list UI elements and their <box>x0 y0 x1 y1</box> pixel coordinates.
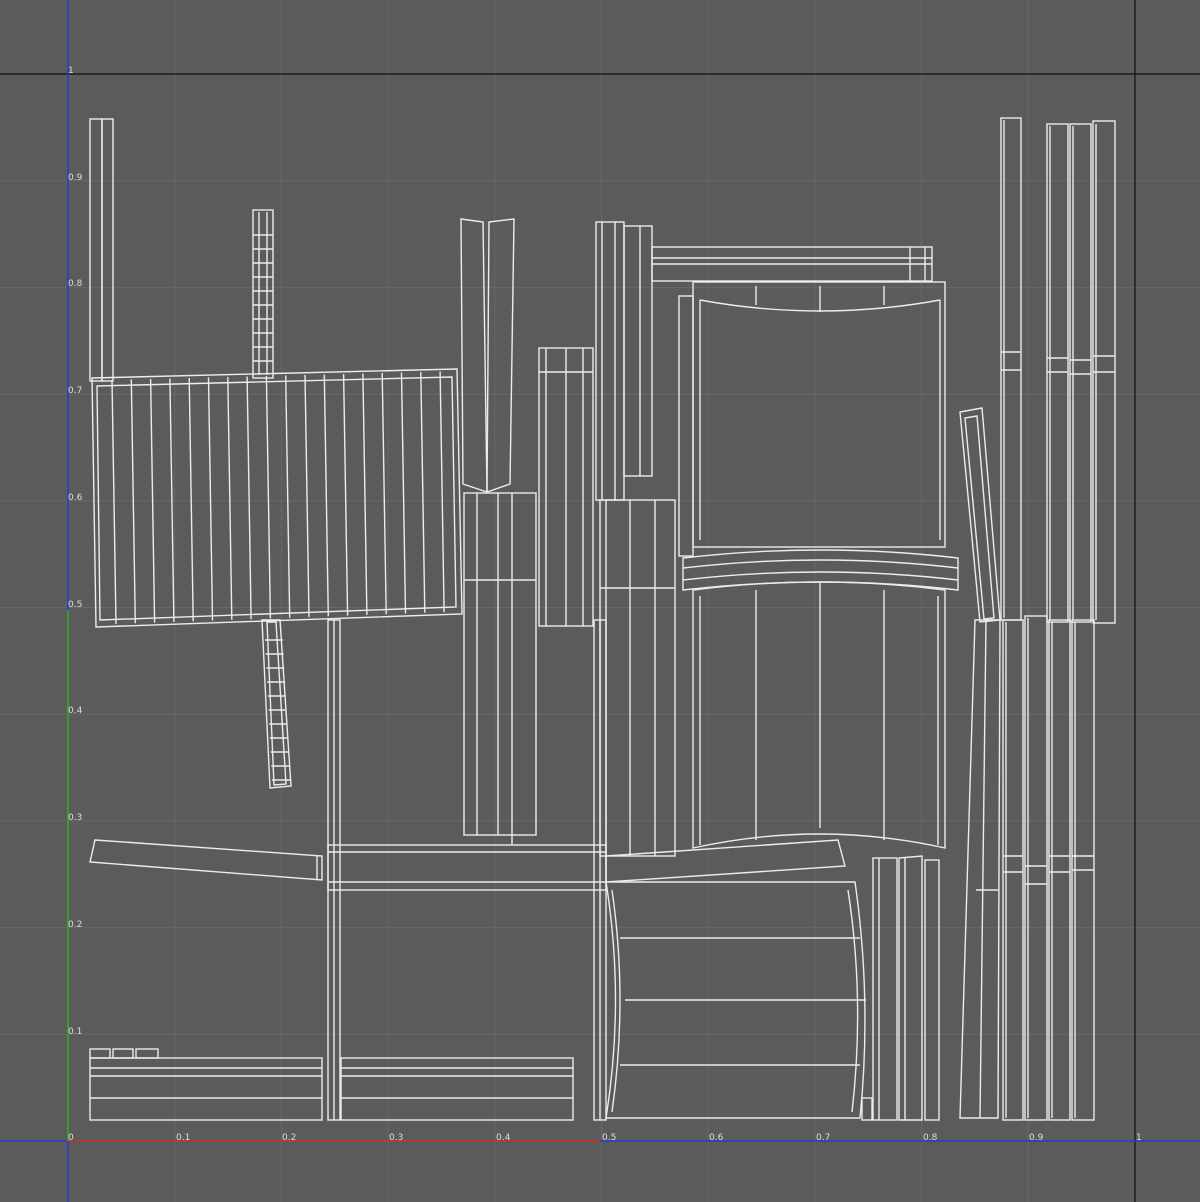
uv-shell <box>605 839 846 883</box>
uv-edge <box>265 375 272 619</box>
v-tick-label: 0.1 <box>68 1027 82 1037</box>
uv-edge <box>285 375 291 618</box>
uv-shell <box>112 1048 134 1059</box>
uv-edge <box>400 372 407 614</box>
upper-panel-shell <box>692 281 946 548</box>
lower-panel-shell <box>692 581 946 849</box>
uv-shell <box>959 407 1001 623</box>
uv-shells[interactable] <box>89 117 1116 1121</box>
uv-shell <box>678 295 694 557</box>
uv-shell <box>266 621 287 786</box>
slatted-panel-shell <box>91 368 463 628</box>
uv-tick-labels: 0 0.1 0.2 0.3 0.4 0.5 0.6 0.7 0.8 0.9 1 … <box>68 66 1142 1143</box>
uv-shell <box>682 559 959 569</box>
uv-shell <box>89 118 103 382</box>
u-tick-label: 0.4 <box>496 1133 511 1143</box>
uv-edge <box>188 377 194 622</box>
v-tick-label: 0.3 <box>68 813 82 823</box>
uv-shell <box>861 1097 873 1121</box>
uv-shell <box>261 619 292 789</box>
uv-shell <box>463 492 537 836</box>
uv-editor-viewport[interactable]: 0 0.1 0.2 0.3 0.4 0.5 0.6 0.7 0.8 0.9 1 … <box>0 0 1200 1202</box>
uv-shell <box>101 118 114 382</box>
uv-edge <box>979 619 987 1119</box>
folded-strip-shell <box>460 218 488 493</box>
uv-shell <box>959 619 1001 1119</box>
uv-shell <box>89 839 323 881</box>
u-tick-label: 0.5 <box>602 1133 616 1143</box>
v-tick-label: 0.2 <box>68 920 82 930</box>
uv-canvas[interactable]: 0 0.1 0.2 0.3 0.4 0.5 0.6 0.7 0.8 0.9 1 … <box>0 0 1200 1202</box>
v-tick-label: 0.8 <box>68 279 83 289</box>
uv-edge <box>207 377 214 621</box>
u-tick-label: 0.2 <box>282 1133 296 1143</box>
uv-edge <box>342 373 349 616</box>
uv-shell <box>595 221 625 501</box>
v-tick-label: 0.9 <box>68 173 83 183</box>
u-tick-label: 0.3 <box>389 1133 403 1143</box>
uv-edge <box>130 379 136 624</box>
uv-shell <box>135 1048 159 1059</box>
u-tick-label: 0.1 <box>176 1133 190 1143</box>
uv-shell <box>89 1048 111 1059</box>
uv-shell <box>898 855 923 1121</box>
uv-shell <box>847 889 859 1113</box>
uv-edge <box>381 372 387 615</box>
uv-edge <box>362 373 368 615</box>
v-tick-label: 0.6 <box>68 493 83 503</box>
uv-shell <box>682 571 959 581</box>
origin-label: 0 <box>68 1133 74 1143</box>
v-tick-label: 1 <box>68 66 74 76</box>
u-tick-label: 0.6 <box>709 1133 724 1143</box>
uv-edge <box>304 374 310 618</box>
uv-edge <box>111 379 117 625</box>
uv-shell <box>623 225 653 477</box>
uv-edge <box>246 376 252 620</box>
uv-edge <box>169 378 175 622</box>
v-tick-label: 0.4 <box>68 706 83 716</box>
uv-shell <box>486 218 515 493</box>
uv-edge <box>323 374 329 617</box>
uv-edge <box>439 371 445 613</box>
uv-shell <box>599 499 676 857</box>
uv-edge <box>227 376 233 620</box>
v-tick-label: 0.5 <box>68 600 82 610</box>
u-tick-label: 0.7 <box>816 1133 830 1143</box>
uv-edge <box>420 371 426 613</box>
v-tick-label: 0.7 <box>68 386 82 396</box>
uv-shell <box>872 857 898 1121</box>
u-tick-label: 0.9 <box>1029 1133 1044 1143</box>
uv-shell <box>924 859 940 1121</box>
u-tick-label: 0.8 <box>923 1133 938 1143</box>
u-tick-label: 1 <box>1136 1133 1142 1143</box>
